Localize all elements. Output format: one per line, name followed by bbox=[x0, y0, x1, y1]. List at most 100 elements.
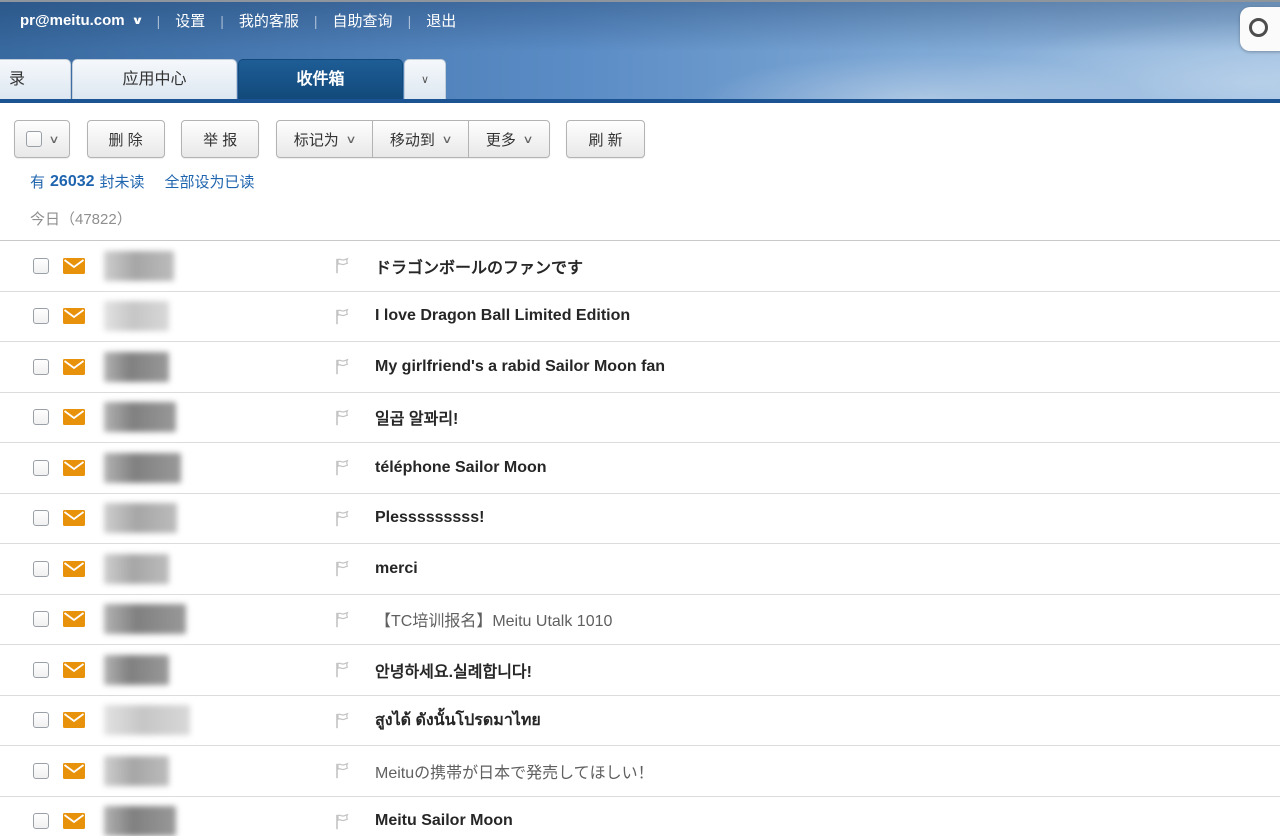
sender-blurred bbox=[104, 301, 169, 331]
report-button[interactable]: 举 报 bbox=[181, 120, 259, 158]
email-row[interactable]: Meitu Sailor Moon bbox=[0, 797, 1280, 836]
account-email: pr@meitu.com bbox=[20, 12, 125, 29]
email-subject[interactable]: merci bbox=[375, 560, 418, 578]
row-checkbox[interactable] bbox=[33, 510, 49, 526]
unread-envelope-icon bbox=[63, 561, 85, 577]
refresh-button[interactable]: 刷 新 bbox=[566, 120, 644, 158]
email-row[interactable]: My girlfriend's a rabid Sailor Moon fan bbox=[0, 342, 1280, 393]
sender-cell bbox=[104, 756, 334, 786]
email-subject[interactable]: 【TC培训报名】Meitu Utalk 1010 bbox=[375, 607, 612, 631]
unread-suffix: 封未读 bbox=[100, 171, 145, 192]
mark-as-label: 标记为 bbox=[294, 129, 339, 150]
email-subject[interactable]: Meituの携帯が日本で発売してほしい！ bbox=[375, 759, 654, 783]
sender-cell bbox=[104, 402, 334, 432]
row-checkbox[interactable] bbox=[33, 308, 49, 324]
toolbar: ∨ 删 除 举 报 标记为 ∨ 移动到 ∨ 更多 ∨ 刷 新 bbox=[0, 103, 1280, 165]
flag-icon[interactable] bbox=[334, 510, 350, 527]
chevron-down-icon: ∨ bbox=[48, 133, 59, 146]
delete-button[interactable]: 删 除 bbox=[87, 120, 165, 158]
email-row[interactable]: 안녕하세요.실례합니다! bbox=[0, 645, 1280, 696]
flag-icon[interactable] bbox=[334, 661, 350, 678]
email-row[interactable]: merci bbox=[0, 544, 1280, 595]
unread-prefix: 有 bbox=[30, 171, 45, 192]
row-checkbox[interactable] bbox=[33, 359, 49, 375]
menu-item-settings[interactable]: 设置 bbox=[175, 10, 205, 31]
flag-icon[interactable] bbox=[334, 459, 350, 476]
unread-envelope-icon bbox=[63, 258, 85, 274]
sender-blurred bbox=[104, 554, 169, 584]
row-checkbox[interactable] bbox=[33, 712, 49, 728]
separator: | bbox=[220, 13, 224, 29]
more-button[interactable]: 更多 ∨ bbox=[468, 121, 549, 157]
menu-item-self-service[interactable]: 自助查询 bbox=[333, 10, 393, 31]
menu-item-logout[interactable]: 退出 bbox=[426, 10, 456, 31]
tab-app-center[interactable]: 应用中心 bbox=[72, 59, 237, 99]
email-subject[interactable]: téléphone Sailor Moon bbox=[375, 459, 547, 477]
tab-inbox[interactable]: 收件箱 bbox=[238, 59, 403, 99]
sender-blurred bbox=[104, 705, 190, 735]
row-checkbox[interactable] bbox=[33, 258, 49, 274]
row-checkbox[interactable] bbox=[33, 763, 49, 779]
email-subject[interactable]: ドラゴンボールのファンです bbox=[375, 254, 583, 278]
sender-blurred bbox=[104, 756, 169, 786]
unread-envelope-icon bbox=[63, 510, 85, 526]
more-label: 更多 bbox=[486, 129, 516, 150]
email-row[interactable]: สูงได้ ดังนั้นโปรดมาไทย bbox=[0, 696, 1280, 747]
email-subject[interactable]: Meitu Sailor Moon bbox=[375, 812, 513, 830]
email-list: ドラゴンボールのファンです I love Dragon Ball Limited… bbox=[0, 240, 1280, 836]
flag-icon[interactable] bbox=[334, 813, 350, 830]
tab-dropdown-chevron-icon[interactable]: ∨ bbox=[404, 59, 446, 99]
flag-icon[interactable] bbox=[334, 358, 350, 375]
email-subject[interactable]: I love Dragon Ball Limited Edition bbox=[375, 307, 630, 325]
flag-icon[interactable] bbox=[334, 409, 350, 426]
email-row[interactable]: Meituの携帯が日本で発売してほしい！ bbox=[0, 746, 1280, 797]
mark-as-button[interactable]: 标记为 ∨ bbox=[277, 121, 372, 157]
account-bar: pr@meitu.com ∨ | 设置 | 我的客服 | 自助查询 | 退出 bbox=[20, 10, 456, 31]
row-checkbox[interactable] bbox=[33, 561, 49, 577]
row-checkbox[interactable] bbox=[33, 611, 49, 627]
email-row[interactable]: 【TC培训报名】Meitu Utalk 1010 bbox=[0, 595, 1280, 646]
sender-blurred bbox=[104, 806, 176, 836]
flag-icon[interactable] bbox=[334, 762, 350, 779]
sender-blurred bbox=[104, 604, 186, 634]
row-checkbox[interactable] bbox=[33, 662, 49, 678]
unread-count: 26032 bbox=[50, 173, 95, 191]
sender-cell bbox=[104, 604, 334, 634]
unread-envelope-icon bbox=[63, 813, 85, 829]
flag-icon[interactable] bbox=[334, 257, 350, 274]
mark-all-read-link[interactable]: 全部设为已读 bbox=[165, 171, 255, 192]
email-row[interactable]: 일곱 알꽈리! bbox=[0, 393, 1280, 444]
email-row[interactable]: I love Dragon Ball Limited Edition bbox=[0, 292, 1280, 343]
menu-item-customer-service[interactable]: 我的客服 bbox=[239, 10, 299, 31]
flag-icon[interactable] bbox=[334, 712, 350, 729]
account-menu[interactable]: pr@meitu.com ∨ bbox=[20, 12, 142, 29]
move-to-button[interactable]: 移动到 ∨ bbox=[372, 121, 468, 157]
tab-contacts-partial[interactable]: 录 bbox=[0, 59, 71, 99]
email-subject[interactable]: 안녕하세요.실례합니다! bbox=[375, 658, 532, 682]
tab-bar: 录 应用中心 收件箱 ∨ bbox=[0, 59, 447, 99]
sender-cell bbox=[104, 251, 334, 281]
email-subject[interactable]: Plesssssssss! bbox=[375, 509, 484, 527]
email-row[interactable]: téléphone Sailor Moon bbox=[0, 443, 1280, 494]
search-button[interactable] bbox=[1240, 7, 1280, 51]
email-subject[interactable]: 일곱 알꽈리! bbox=[375, 405, 458, 429]
flag-icon[interactable] bbox=[334, 560, 350, 577]
row-checkbox[interactable] bbox=[33, 460, 49, 476]
email-subject[interactable]: My girlfriend's a rabid Sailor Moon fan bbox=[375, 358, 665, 376]
select-all-dropdown-button[interactable]: ∨ bbox=[14, 120, 70, 158]
chevron-down-icon: ∨ bbox=[522, 133, 533, 146]
row-checkbox[interactable] bbox=[33, 813, 49, 829]
sender-cell bbox=[104, 503, 334, 533]
email-subject[interactable]: สูงได้ ดังนั้นโปรดมาไทย bbox=[375, 708, 541, 733]
email-row[interactable]: ドラゴンボールのファンです bbox=[0, 241, 1280, 292]
sender-cell bbox=[104, 554, 334, 584]
row-checkbox[interactable] bbox=[33, 409, 49, 425]
sender-blurred bbox=[104, 655, 169, 685]
search-icon bbox=[1249, 18, 1268, 37]
flag-icon[interactable] bbox=[334, 308, 350, 325]
select-all-checkbox[interactable] bbox=[26, 131, 42, 147]
sender-cell bbox=[104, 806, 334, 836]
email-row[interactable]: Plesssssssss! bbox=[0, 494, 1280, 545]
separator: | bbox=[157, 13, 161, 29]
flag-icon[interactable] bbox=[334, 611, 350, 628]
